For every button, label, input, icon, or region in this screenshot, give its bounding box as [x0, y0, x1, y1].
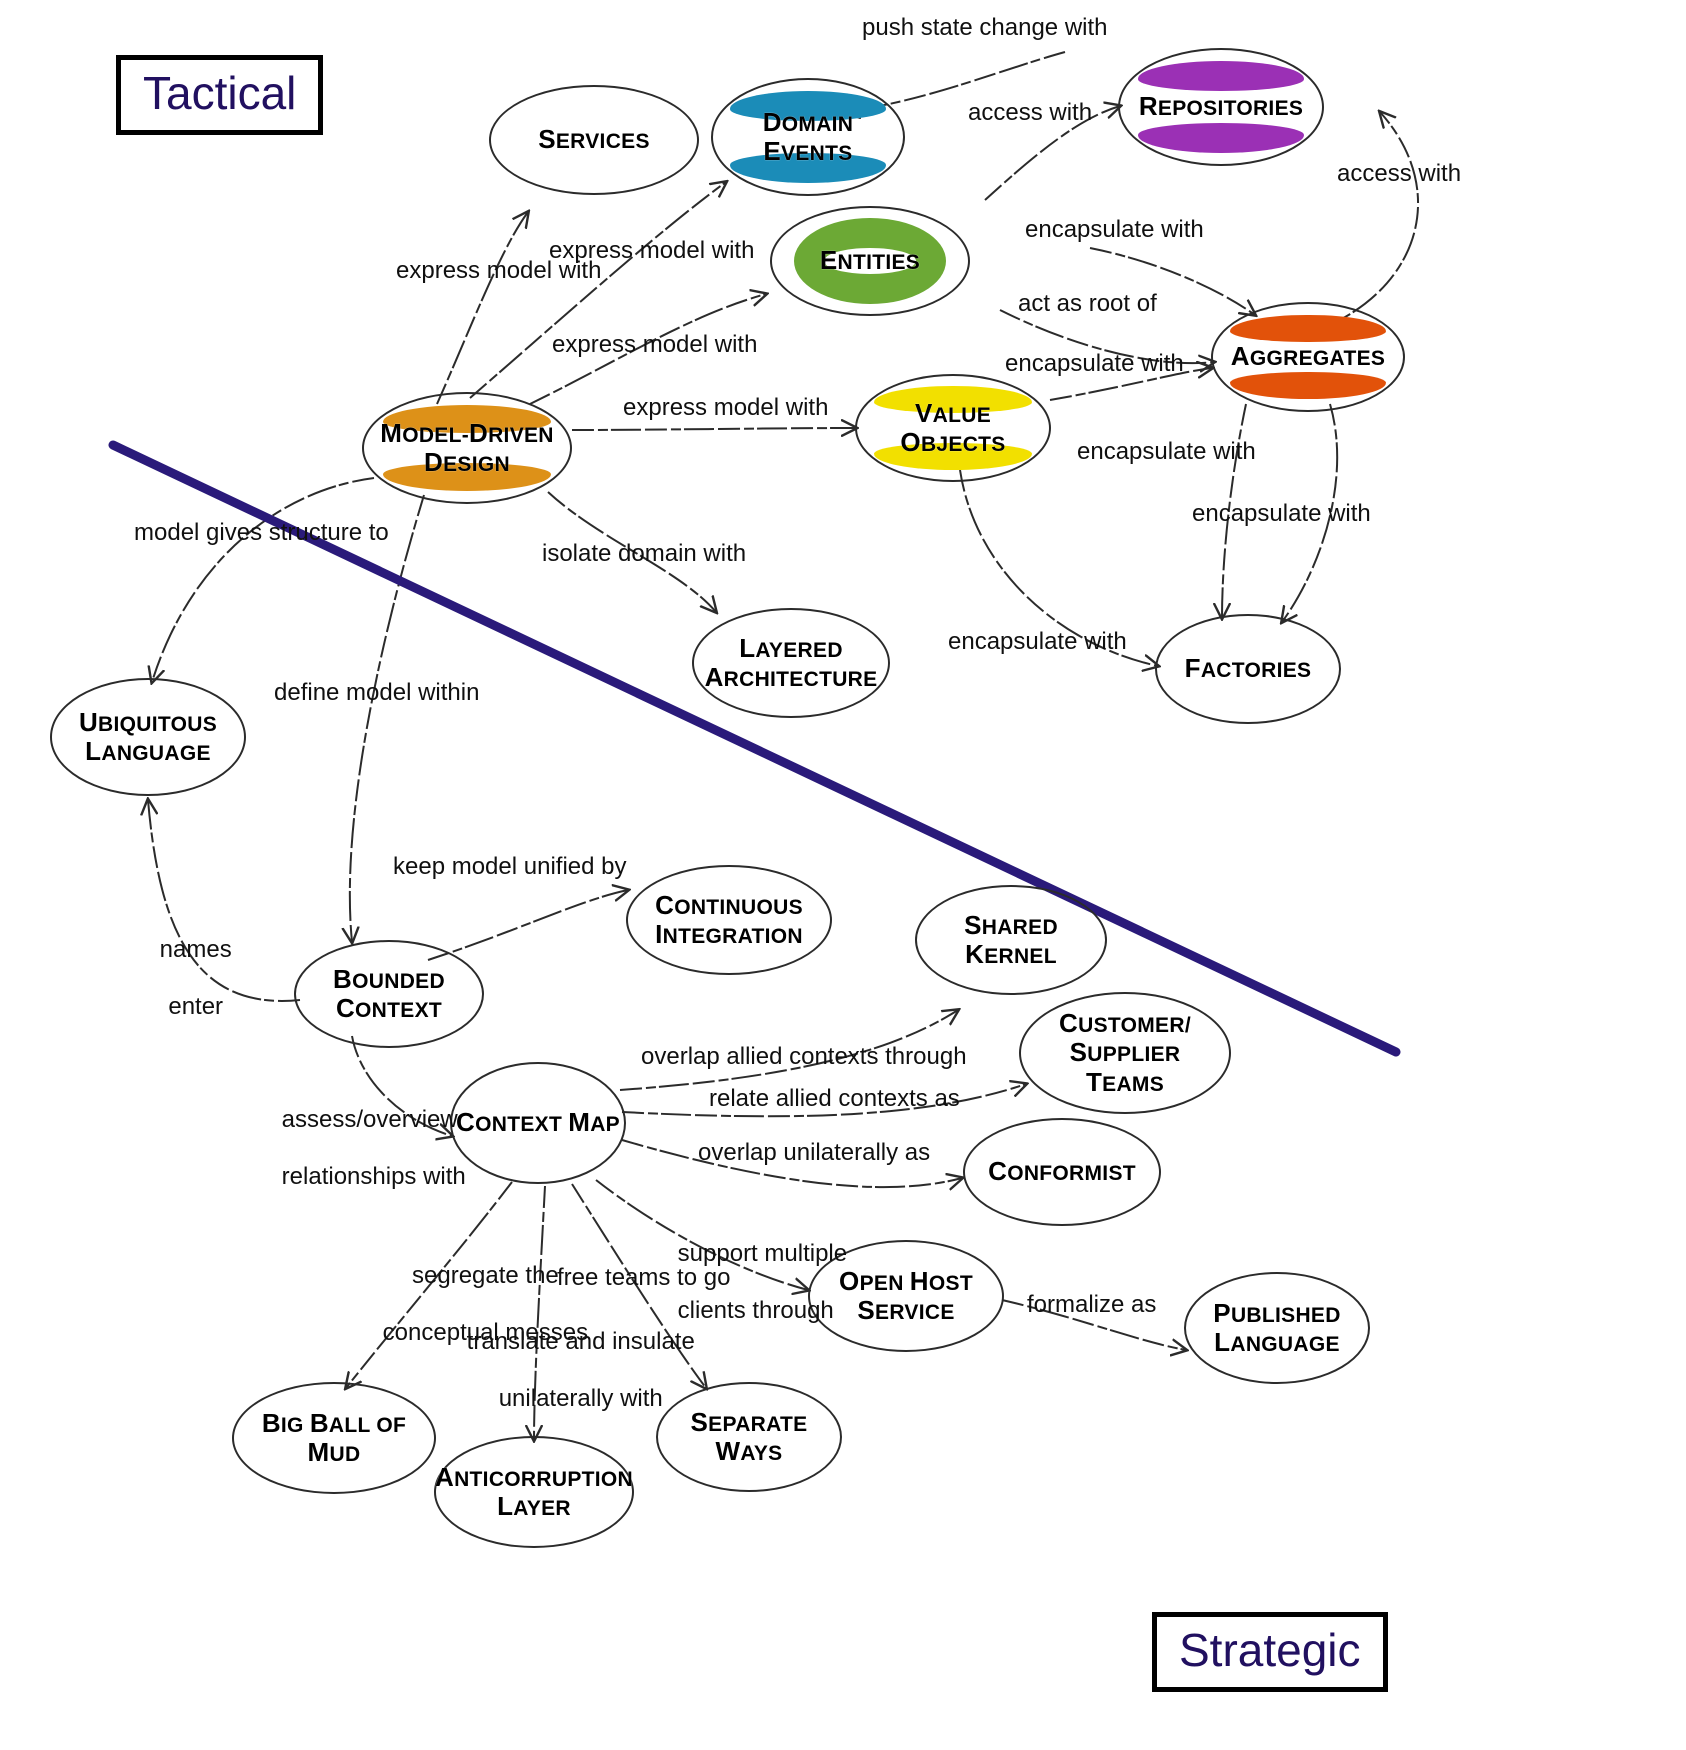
node-domain-events-label: DOMAIN EVENTS: [762, 106, 854, 166]
node-open-host-service-label: OPEN HOST SERVICE: [839, 1265, 973, 1325]
node-aggregates-label: AGGREGATES: [1230, 341, 1386, 372]
tactical-quadrant-label: Tactical: [116, 55, 324, 135]
names-enter-line2: enter: [168, 992, 224, 1020]
edge-model-gives-structure-to: [152, 477, 375, 682]
assess-overview-line2: relationships with: [281, 1162, 466, 1190]
node-anticorruption-layer[interactable]: ANTICORRUPTION LAYER: [434, 1436, 634, 1548]
node-shared-kernel-label: SHARED KERNEL: [964, 909, 1058, 969]
edge-label-assess-overview-relationships-with: assess/overview relationships with: [255, 1078, 466, 1220]
support-multiple-line2: clients through: [677, 1296, 834, 1324]
node-model-driven-design-label: MODEL-DRIVEN DESIGN: [380, 417, 554, 477]
edge-label-isolate-domain-with: isolate domain with: [542, 540, 747, 567]
edge-keep-model-unified-by: [427, 890, 628, 961]
edge-label-encapsulate-with-aggregates-factories-right: encapsulate with: [1192, 500, 1371, 527]
edge-access-with-aggregates-repositories: [1317, 112, 1419, 331]
ddd-concept-map: Tactical Strategic SServicesERVICES DOMA…: [0, 0, 1686, 1750]
edge-label-define-model-within: define model within: [274, 679, 480, 706]
edge-label-free-teams-to-go: free teams to go: [557, 1264, 731, 1291]
edge-express-model-with-services: [436, 212, 528, 405]
edge-label-model-gives-structure-to: model gives structure to: [134, 519, 389, 546]
node-context-map-label: CONTEXT MAP: [456, 1107, 620, 1138]
node-published-language[interactable]: PUBLISHED LANGUAGE: [1184, 1272, 1370, 1384]
edge-label-encapsulate-with-value-objects-factories: encapsulate with: [948, 628, 1127, 655]
node-model-driven-design[interactable]: MODEL-DRIVEN DESIGN: [362, 392, 572, 504]
node-ubiquitous-language-label: UBIQUITOUS LANGUAGE: [78, 706, 218, 766]
edge-label-keep-model-unified-by: keep model unified by: [393, 853, 627, 880]
node-repositories[interactable]: REPOSITORIES: [1118, 48, 1324, 166]
node-customer-supplier-teams[interactable]: CUSTOMER/SUPPLIER TEAMS: [1019, 992, 1231, 1114]
edge-label-encapsulate-with-value-objects-aggregates: encapsulate with: [1005, 350, 1184, 377]
assess-overview-line1: assess/overview: [281, 1106, 458, 1134]
node-aggregates[interactable]: AGGREGATES: [1211, 302, 1405, 412]
edge-label-encapsulate-with-aggregates-factories-mid: encapsulate with: [1077, 438, 1256, 465]
node-continuous-integration-label: CONTINUOUS INTEGRATION: [655, 889, 803, 949]
edge-label-overlap-unilaterally-as: overlap unilaterally as: [698, 1139, 931, 1166]
node-layered-architecture-label: LAYERED ARCHITECTURE: [704, 632, 878, 692]
node-ubiquitous-language[interactable]: UBIQUITOUS LANGUAGE: [50, 678, 246, 796]
node-published-language-label: PUBLISHED LANGUAGE: [1213, 1297, 1341, 1357]
edge-label-act-as-root-of: act as root of: [1018, 290, 1157, 317]
node-entities[interactable]: ENTITIES: [770, 206, 970, 316]
node-entities-label: ENTITIES: [819, 245, 921, 276]
node-factories[interactable]: FACTORIES: [1155, 614, 1341, 724]
edge-label-express-model-with-entities: express model with: [552, 331, 758, 358]
node-bounded-context-label: BOUNDED CONTEXT: [333, 963, 445, 1023]
segregate-line1: segregate the: [412, 1262, 559, 1290]
edge-label-translate-and-insulate-unilaterally-with: translate and insulate unilaterally with: [440, 1300, 695, 1442]
node-customer-supplier-teams-label: CUSTOMER/SUPPLIER TEAMS: [1059, 1008, 1191, 1097]
node-bounded-context[interactable]: BOUNDED CONTEXT: [294, 940, 484, 1048]
edge-label-encapsulate-with-entities-aggregates: encapsulate with: [1025, 216, 1204, 243]
names-enter-line1: names: [159, 936, 232, 964]
node-value-objects-label: VALUE OBJECTS: [900, 397, 1006, 457]
node-repositories-label: REPOSITORIES: [1138, 91, 1304, 122]
edge-label-names-enter: names enter: [133, 908, 232, 1050]
node-big-ball-of-mud[interactable]: BIG BALL OF MUD: [232, 1382, 436, 1494]
edge-label-push-state-change-with: push state change with: [862, 14, 1108, 41]
translate-line2: unilaterally with: [498, 1384, 663, 1412]
node-anticorruption-layer-label: ANTICORRUPTION LAYER: [435, 1461, 633, 1521]
edge-label-access-with-aggregates: access with: [1337, 160, 1462, 187]
node-domain-events[interactable]: DOMAIN EVENTS: [711, 78, 905, 196]
node-context-map[interactable]: CONTEXT MAP: [450, 1062, 626, 1184]
edge-label-formalize-as: formalize as: [1027, 1291, 1157, 1318]
node-separate-ways-label: SEPARATE WAYS: [690, 1406, 808, 1466]
edge-label-relate-allied-contexts-as: relate allied contexts as: [709, 1085, 960, 1112]
edge-label-express-model-with-domain-events: express model with: [549, 237, 755, 264]
node-big-ball-of-mud-label: BIG BALL OF MUD: [261, 1407, 407, 1467]
edge-label-express-model-with-value-objects: express model with: [623, 394, 829, 421]
node-continuous-integration[interactable]: CONTINUOUS INTEGRATION: [626, 865, 832, 975]
node-conformist-label: CONFORMIST: [988, 1156, 1136, 1187]
node-shared-kernel[interactable]: SHARED KERNEL: [915, 885, 1107, 995]
edge-label-access-with-entities: access with: [968, 99, 1093, 126]
node-services-label: SServicesERVICES: [538, 124, 650, 155]
strategic-quadrant-label: Strategic: [1152, 1612, 1388, 1692]
translate-line1: translate and insulate: [466, 1328, 695, 1356]
edge-express-model-with-value-objects: [571, 428, 856, 430]
node-services[interactable]: SServicesERVICES: [489, 85, 699, 195]
node-value-objects[interactable]: VALUE OBJECTS: [855, 374, 1051, 482]
edge-express-model-with-domain-events: [469, 182, 726, 399]
edge-label-overlap-allied-contexts-through: overlap allied contexts through: [641, 1043, 967, 1070]
node-factories-label: FACTORIES: [1184, 653, 1312, 684]
node-conformist[interactable]: CONFORMIST: [963, 1118, 1161, 1226]
node-layered-architecture[interactable]: LAYERED ARCHITECTURE: [692, 608, 890, 718]
